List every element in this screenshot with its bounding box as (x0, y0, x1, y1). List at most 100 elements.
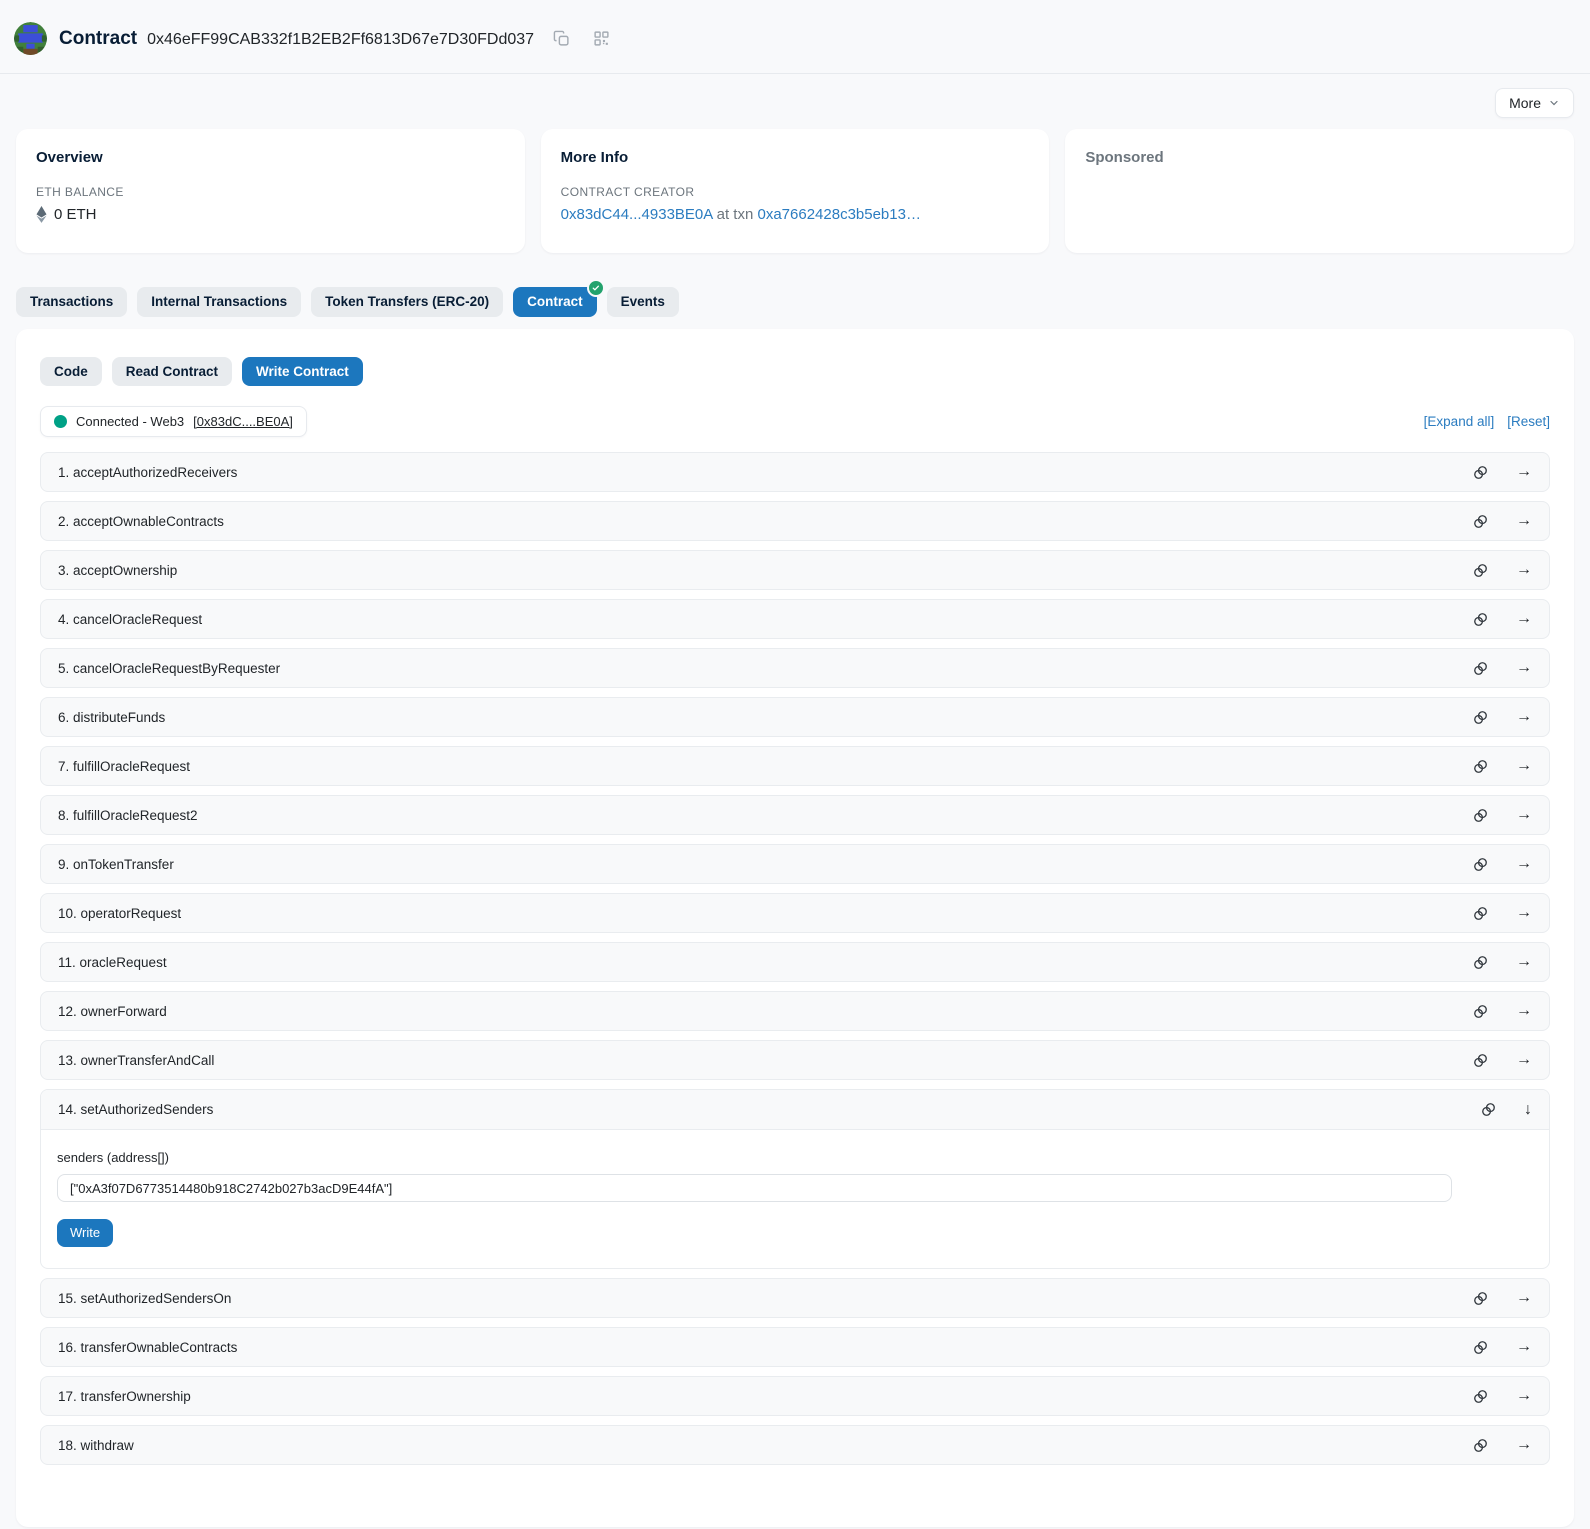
senders-input[interactable] (57, 1174, 1452, 1202)
permalink-icon[interactable] (1472, 709, 1489, 726)
function-row-canceloraclerequestbyrequester[interactable]: 5. cancelOracleRequestByRequester → (40, 648, 1550, 688)
permalink-icon[interactable] (1472, 660, 1489, 677)
write-functions-list: 1. acceptAuthorizedReceivers → 2. accept… (40, 452, 1550, 1465)
permalink-icon[interactable] (1472, 905, 1489, 922)
qr-code-icon[interactable] (588, 26, 614, 52)
function-row-acceptauthorizedreceivers[interactable]: 1. acceptAuthorizedReceivers → (40, 452, 1550, 492)
expand-arrow-icon[interactable]: → (1516, 1003, 1532, 1019)
expand-arrow-icon[interactable]: → (1516, 660, 1532, 676)
function-row-ownerforward[interactable]: 12. ownerForward → (40, 991, 1550, 1031)
verified-check-icon (587, 279, 605, 297)
contract-address: 0x46eFF99CAB332f1B2EB2Ff6813D67e7D30FDd0… (147, 31, 534, 49)
function-row-transferownablecontracts[interactable]: 16. transferOwnableContracts → (40, 1327, 1550, 1367)
function-row-fulfilloraclerequest[interactable]: 7. fulfillOracleRequest → (40, 746, 1550, 786)
permalink-icon[interactable] (1472, 1437, 1489, 1454)
creator-address-link[interactable]: 0x83dC44...4933BE0A (561, 206, 713, 223)
toolbar: More (16, 88, 1574, 118)
tab-token-transfers-erc-20[interactable]: Token Transfers (ERC-20) (311, 287, 503, 317)
subtab-read-contract[interactable]: Read Contract (112, 357, 232, 387)
permalink-icon[interactable] (1472, 1339, 1489, 1356)
expand-arrow-icon[interactable]: → (1516, 856, 1532, 872)
function-form: senders (address[]) Write (41, 1130, 1549, 1268)
write-button[interactable]: Write (57, 1219, 113, 1247)
function-row-setauthorizedsenderson[interactable]: 15. setAuthorizedSendersOn → (40, 1278, 1550, 1318)
function-row-acceptownership[interactable]: 3. acceptOwnership → (40, 550, 1550, 590)
function-label: 1. acceptAuthorizedReceivers (58, 465, 237, 480)
more-button[interactable]: More (1495, 88, 1574, 118)
permalink-icon[interactable] (1472, 807, 1489, 824)
function-row-setauthorizedsenders[interactable]: 14. setAuthorizedSenders ↓ (41, 1090, 1549, 1130)
expand-arrow-icon[interactable]: → (1516, 1052, 1532, 1068)
function-label: 7. fulfillOracleRequest (58, 759, 190, 774)
contract-subtabs: Code Read Contract Write Contract (40, 357, 1550, 387)
expand-arrow-icon[interactable]: ↓ (1524, 1102, 1532, 1118)
tab-contract[interactable]: Contract (513, 287, 597, 317)
function-label: 13. ownerTransferAndCall (58, 1053, 214, 1068)
expand-arrow-icon[interactable]: → (1516, 709, 1532, 725)
expand-arrow-icon[interactable]: → (1516, 954, 1532, 970)
permalink-icon[interactable] (1472, 513, 1489, 530)
permalink-icon[interactable] (1472, 1052, 1489, 1069)
function-row-operatorrequest[interactable]: 10. operatorRequest → (40, 893, 1550, 933)
permalink-icon[interactable] (1472, 758, 1489, 775)
overview-card-title: Overview (36, 149, 505, 166)
function-row-ontokentransfer[interactable]: 9. onTokenTransfer → (40, 844, 1550, 884)
function-label: 3. acceptOwnership (58, 563, 177, 578)
reset-link[interactable]: [Reset] (1507, 414, 1550, 429)
subtab-write-contract[interactable]: Write Contract (242, 357, 363, 387)
permalink-icon[interactable] (1472, 1003, 1489, 1020)
expand-arrow-icon[interactable]: → (1516, 758, 1532, 774)
expand-arrow-icon[interactable]: → (1516, 464, 1532, 480)
expand-arrow-icon[interactable]: → (1516, 562, 1532, 578)
info-cards: Overview ETH BALANCE 0 ETH More Info CON… (16, 129, 1574, 253)
ethereum-icon (36, 206, 47, 223)
function-label: 2. acceptOwnableContracts (58, 514, 224, 529)
function-row-distributefunds[interactable]: 6. distributeFunds → (40, 697, 1550, 737)
expand-arrow-icon[interactable]: → (1516, 1388, 1532, 1404)
function-param-label: senders (address[]) (57, 1150, 1533, 1165)
page-header: Contract 0x46eFF99CAB332f1B2EB2Ff6813D67… (0, 0, 1590, 74)
function-label: 16. transferOwnableContracts (58, 1340, 237, 1355)
function-row-fulfilloraclerequest2[interactable]: 8. fulfillOracleRequest2 → (40, 795, 1550, 835)
function-expanded-setauthorizedsenders: 14. setAuthorizedSenders ↓ senders (addr… (40, 1089, 1550, 1269)
expand-arrow-icon[interactable]: → (1516, 807, 1532, 823)
function-label: 12. ownerForward (58, 1004, 167, 1019)
connection-status: Connected - Web3 [0x83dC....BE0A] (40, 406, 307, 437)
expand-arrow-icon[interactable]: → (1516, 905, 1532, 921)
expand-arrow-icon[interactable]: → (1516, 1437, 1532, 1453)
more-button-label: More (1509, 95, 1541, 111)
function-row-withdraw[interactable]: 18. withdraw → (40, 1425, 1550, 1465)
function-row-transferownership[interactable]: 17. transferOwnership → (40, 1376, 1550, 1416)
permalink-icon[interactable] (1472, 856, 1489, 873)
expand-arrow-icon[interactable]: → (1516, 513, 1532, 529)
connection-row: Connected - Web3 [0x83dC....BE0A] [Expan… (40, 406, 1550, 437)
eth-balance-label: ETH BALANCE (36, 185, 505, 199)
permalink-icon[interactable] (1472, 1290, 1489, 1307)
function-row-ownertransferandcall[interactable]: 13. ownerTransferAndCall → (40, 1040, 1550, 1080)
expand-arrow-icon[interactable]: → (1516, 1290, 1532, 1306)
function-row-oraclerequest[interactable]: 11. oracleRequest → (40, 942, 1550, 982)
permalink-icon[interactable] (1472, 611, 1489, 628)
subtab-code[interactable]: Code (40, 357, 102, 387)
function-row-canceloraclerequest[interactable]: 4. cancelOracleRequest → (40, 599, 1550, 639)
eth-balance-value: 0 ETH (54, 206, 97, 223)
permalink-icon[interactable] (1472, 464, 1489, 481)
creation-txn-link[interactable]: 0xa7662428c3b5eb13… (757, 206, 920, 223)
connected-wallet-link[interactable]: [0x83dC....BE0A] (193, 414, 293, 429)
connection-status-text: Connected - Web3 (76, 414, 184, 429)
function-label: 14. setAuthorizedSenders (58, 1102, 213, 1117)
permalink-icon[interactable] (1472, 954, 1489, 971)
tab-internal-transactions[interactable]: Internal Transactions (137, 287, 301, 317)
copy-address-icon[interactable] (548, 26, 574, 52)
function-row-acceptownablecontracts[interactable]: 2. acceptOwnableContracts → (40, 501, 1550, 541)
permalink-icon[interactable] (1480, 1101, 1497, 1118)
function-label: 10. operatorRequest (58, 906, 181, 921)
connected-dot-icon (54, 415, 67, 428)
tab-events[interactable]: Events (607, 287, 679, 317)
expand-arrow-icon[interactable]: → (1516, 611, 1532, 627)
tab-transactions[interactable]: Transactions (16, 287, 127, 317)
permalink-icon[interactable] (1472, 1388, 1489, 1405)
expand-all-link[interactable]: [Expand all] (1424, 414, 1495, 429)
expand-arrow-icon[interactable]: → (1516, 1339, 1532, 1355)
permalink-icon[interactable] (1472, 562, 1489, 579)
